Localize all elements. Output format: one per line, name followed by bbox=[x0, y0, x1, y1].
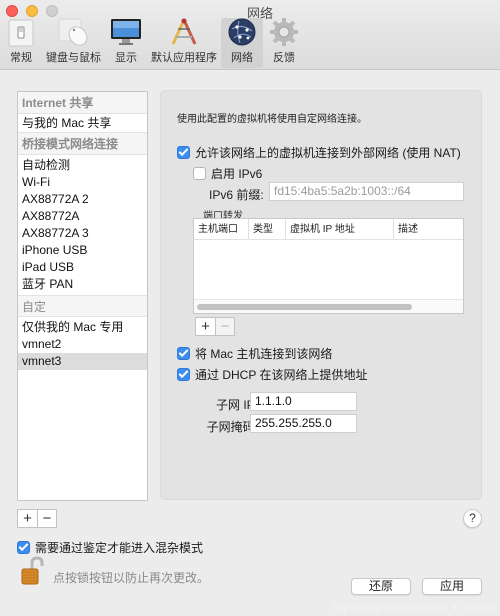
traffic-lights bbox=[6, 5, 58, 17]
port-forwarding-table: 主机端口 类型 虚拟机 IP 地址 描述 bbox=[193, 218, 464, 314]
promiscuous-label: 需要通过鉴定才能进入混杂模式 bbox=[35, 541, 204, 555]
ipv6-label: 启用 IPv6 bbox=[211, 167, 263, 181]
tab-label: 常规 bbox=[10, 52, 32, 64]
minimize-button[interactable] bbox=[26, 5, 38, 17]
lock-hint-text: 点按锁按钮以防止再次更改。 bbox=[53, 571, 210, 585]
general-switch-icon bbox=[4, 18, 38, 47]
section-header-custom: 自定 bbox=[18, 295, 147, 317]
subnet-ip-input[interactable]: 1.1.1.0 bbox=[250, 392, 357, 411]
tab-network[interactable]: 网络 bbox=[221, 18, 263, 68]
tab-label: 显示 bbox=[115, 52, 137, 64]
network-globe-icon bbox=[225, 17, 259, 47]
horizontal-scrollbar[interactable] bbox=[194, 299, 463, 313]
add-network-button[interactable]: + bbox=[18, 510, 37, 527]
list-item[interactable]: iPhone USB bbox=[18, 242, 147, 259]
network-add-remove: + − bbox=[17, 509, 57, 528]
tab-default-apps[interactable]: 默认应用程序 bbox=[147, 18, 221, 68]
column-vm-ip[interactable]: 虚拟机 IP 地址 bbox=[286, 219, 394, 239]
remove-port-forward-button[interactable]: − bbox=[215, 318, 234, 335]
zoom-button[interactable] bbox=[46, 5, 58, 17]
panel-description: 使用此配置的虚拟机将使用自定网络连接。 bbox=[177, 114, 367, 125]
list-item[interactable]: 自动检测 bbox=[18, 157, 147, 174]
add-port-forward-button[interactable]: + bbox=[196, 318, 215, 335]
apply-button[interactable]: 应用 bbox=[422, 578, 482, 595]
bridged-items: 自动检测 Wi-Fi AX88772A 2 AX88772A AX88772A … bbox=[18, 155, 147, 293]
column-description[interactable]: 描述 bbox=[394, 219, 463, 239]
ipv6-prefix-input[interactable]: fd15:4ba5:5a2b:1003::/64 bbox=[269, 182, 464, 201]
list-item[interactable]: vmnet2 bbox=[18, 336, 147, 353]
ipv6-prefix-label: IPv6 前缀: bbox=[209, 188, 264, 202]
promiscuous-option[interactable]: 需要通过鉴定才能进入混杂模式 bbox=[17, 539, 203, 556]
remove-network-button[interactable]: − bbox=[37, 510, 56, 527]
connect-host-label: 将 Mac 主机连接到该网络 bbox=[195, 347, 333, 361]
ipv6-option[interactable]: 启用 IPv6 bbox=[193, 165, 262, 182]
dhcp-option[interactable]: 通过 DHCP 在该网络上提供地址 bbox=[177, 366, 367, 383]
help-button[interactable]: ? bbox=[463, 509, 482, 528]
column-host-port[interactable]: 主机端口 bbox=[194, 219, 249, 239]
tab-feedback[interactable]: 反馈 bbox=[263, 18, 305, 68]
dhcp-checkbox[interactable] bbox=[177, 368, 190, 381]
tab-general[interactable]: 常规 bbox=[0, 18, 42, 68]
connect-host-option[interactable]: 将 Mac 主机连接到该网络 bbox=[177, 345, 332, 362]
list-item[interactable]: 与我的 Mac 共享 bbox=[18, 114, 147, 133]
list-item[interactable]: Wi-Fi bbox=[18, 174, 147, 191]
watermark: https://blog.csdn.net/sinat_37757403 bbox=[332, 603, 496, 614]
feedback-gear-icon bbox=[267, 17, 301, 47]
table-header: 主机端口 类型 虚拟机 IP 地址 描述 bbox=[194, 219, 463, 240]
list-item[interactable]: AX88772A bbox=[18, 208, 147, 225]
section-header-internet-sharing: Internet 共享 bbox=[18, 92, 147, 114]
nat-label: 允许该网络上的虚拟机连接到外部网络 (使用 NAT) bbox=[195, 146, 461, 160]
promiscuous-checkbox[interactable] bbox=[17, 541, 30, 554]
preferences-toolbar: 常规 键盘与鼠标 显示 默认应用程序 网络 反馈 bbox=[0, 18, 305, 68]
network-settings-panel: 使用此配置的虚拟机将使用自定网络连接。 允许该网络上的虚拟机连接到外部网络 (使… bbox=[160, 90, 482, 500]
tab-label: 默认应用程序 bbox=[151, 52, 217, 64]
list-item[interactable]: 蓝牙 PAN bbox=[18, 276, 147, 293]
tab-label: 反馈 bbox=[273, 52, 295, 64]
revert-button[interactable]: 还原 bbox=[351, 578, 411, 595]
nat-option[interactable]: 允许该网络上的虚拟机连接到外部网络 (使用 NAT) bbox=[177, 144, 461, 161]
list-item-selected[interactable]: vmnet3 bbox=[18, 353, 147, 370]
lock-icon[interactable] bbox=[20, 556, 44, 589]
column-type[interactable]: 类型 bbox=[249, 219, 286, 239]
ipv6-checkbox[interactable] bbox=[193, 167, 206, 180]
network-list: Internet 共享 与我的 Mac 共享 桥接模式网络连接 自动检测 Wi-… bbox=[17, 91, 148, 501]
list-item[interactable]: 仅供我的 Mac 专用 bbox=[18, 319, 147, 336]
custom-items: 仅供我的 Mac 专用 vmnet2 vmnet3 bbox=[18, 317, 147, 370]
nat-checkbox[interactable] bbox=[177, 146, 190, 159]
list-item[interactable]: iPad USB bbox=[18, 259, 147, 276]
tab-label: 键盘与鼠标 bbox=[46, 52, 101, 64]
list-item[interactable]: AX88772A 2 bbox=[18, 191, 147, 208]
tab-label: 网络 bbox=[231, 52, 253, 64]
default-apps-icon bbox=[167, 17, 201, 47]
tab-display[interactable]: 显示 bbox=[105, 18, 147, 68]
scrollbar-thumb[interactable] bbox=[197, 304, 412, 310]
keyboard-mouse-icon bbox=[57, 17, 91, 47]
display-icon bbox=[109, 17, 143, 47]
tab-keyboard-mouse[interactable]: 键盘与鼠标 bbox=[42, 18, 105, 68]
port-forward-add-remove: + − bbox=[195, 317, 235, 336]
subnet-mask-input[interactable]: 255.255.255.0 bbox=[250, 414, 357, 433]
connect-host-checkbox[interactable] bbox=[177, 347, 190, 360]
dhcp-label: 通过 DHCP 在该网络上提供地址 bbox=[195, 368, 368, 382]
title-bar: 网络 常规 键盘与鼠标 显示 默认应用程序 网络 反馈 bbox=[0, 0, 500, 70]
close-button[interactable] bbox=[6, 5, 18, 17]
list-item[interactable]: AX88772A 3 bbox=[18, 225, 147, 242]
section-header-bridged: 桥接模式网络连接 bbox=[18, 133, 147, 155]
